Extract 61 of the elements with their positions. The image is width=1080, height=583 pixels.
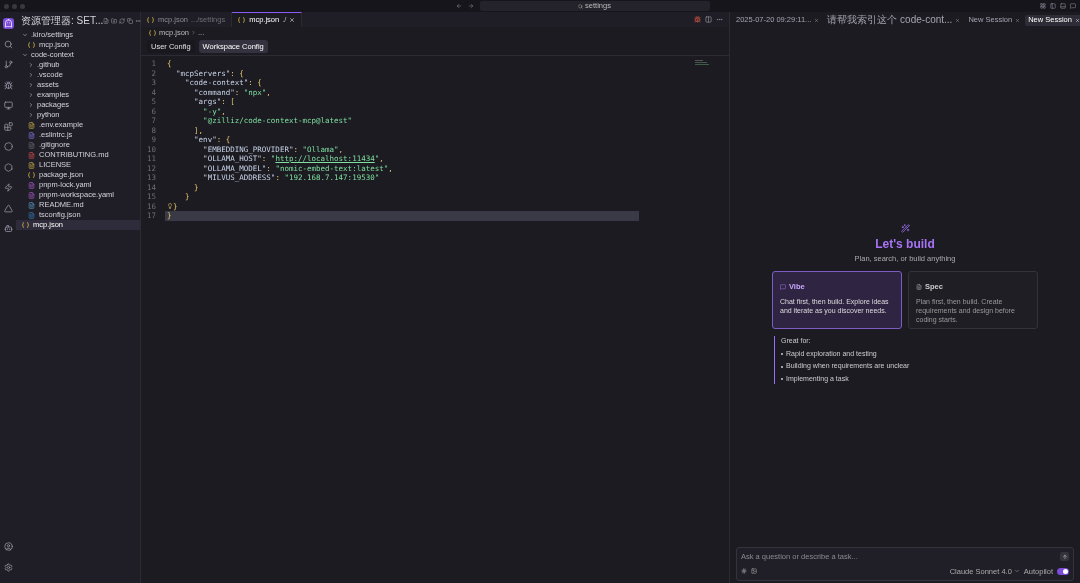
account-icon[interactable] — [2, 541, 14, 552]
file-icon — [28, 201, 36, 209]
session-tab[interactable]: 请帮我索引这个 code-cont... — [824, 14, 964, 26]
image-icon[interactable] — [751, 568, 757, 575]
panel-left-icon[interactable] — [1050, 3, 1056, 9]
file-icon — [28, 141, 36, 149]
file-icon — [28, 121, 36, 129]
chevron-right-icon — [191, 30, 196, 35]
chevron-down-icon — [1013, 568, 1020, 575]
chat-bubble-icon — [780, 283, 786, 290]
back-icon[interactable] — [455, 3, 462, 9]
circle-icon[interactable] — [2, 141, 14, 152]
close-icon[interactable] — [814, 17, 820, 23]
hero-title: Let's build — [875, 238, 935, 250]
chevron-down-icon — [22, 52, 28, 58]
bug-icon[interactable] — [2, 79, 14, 91]
explorer-title: 资源管理器: SET... — [21, 16, 104, 26]
new-folder-icon[interactable] — [111, 18, 118, 24]
braces-icon — [238, 17, 247, 23]
file-icon — [28, 131, 36, 139]
bug-icon[interactable] — [694, 16, 701, 23]
autopilot-switch[interactable] — [1057, 567, 1069, 575]
braces-icon — [22, 222, 30, 228]
chat-icon[interactable] — [1070, 3, 1076, 9]
hash-icon[interactable] — [741, 568, 747, 575]
file-icon — [28, 211, 36, 219]
triangle-icon[interactable] — [2, 202, 14, 214]
document-icon — [916, 283, 922, 290]
close-icon[interactable] — [1015, 17, 1021, 23]
ghost-icon[interactable] — [2, 18, 14, 29]
braces-icon — [147, 16, 155, 23]
bolt-icon[interactable] — [2, 182, 14, 193]
hexagon-icon[interactable] — [2, 161, 14, 173]
braces-icon — [149, 29, 157, 36]
minimap — [695, 60, 709, 65]
braces-icon — [28, 42, 36, 48]
file-icon — [28, 151, 36, 159]
close-icon[interactable] — [1074, 17, 1080, 23]
panel-bottom-icon[interactable] — [1060, 3, 1066, 9]
new-file-icon[interactable] — [103, 18, 110, 24]
layout-icon[interactable] — [1040, 3, 1046, 9]
branch-icon[interactable] — [2, 59, 14, 70]
search-icon — [578, 3, 584, 9]
settings-icon[interactable] — [2, 561, 14, 573]
file-icon — [28, 191, 36, 199]
close-icon[interactable] — [955, 17, 961, 23]
blocks-icon[interactable] — [2, 120, 14, 132]
braces-icon — [28, 172, 36, 178]
file-icon — [28, 181, 36, 189]
magic-wand-icon — [900, 224, 910, 233]
file-icon — [28, 161, 36, 169]
forward-icon[interactable] — [467, 3, 474, 9]
robot-icon[interactable] — [2, 223, 14, 234]
lightbulb-icon[interactable] — [167, 203, 173, 210]
split-icon[interactable] — [705, 16, 712, 23]
refresh-icon[interactable] — [119, 18, 126, 24]
send-button[interactable] — [1060, 552, 1069, 562]
search-icon[interactable] — [2, 38, 14, 50]
monitor-icon[interactable] — [2, 100, 14, 111]
chevron-down-icon — [22, 32, 28, 38]
more-icon[interactable] — [135, 18, 142, 24]
